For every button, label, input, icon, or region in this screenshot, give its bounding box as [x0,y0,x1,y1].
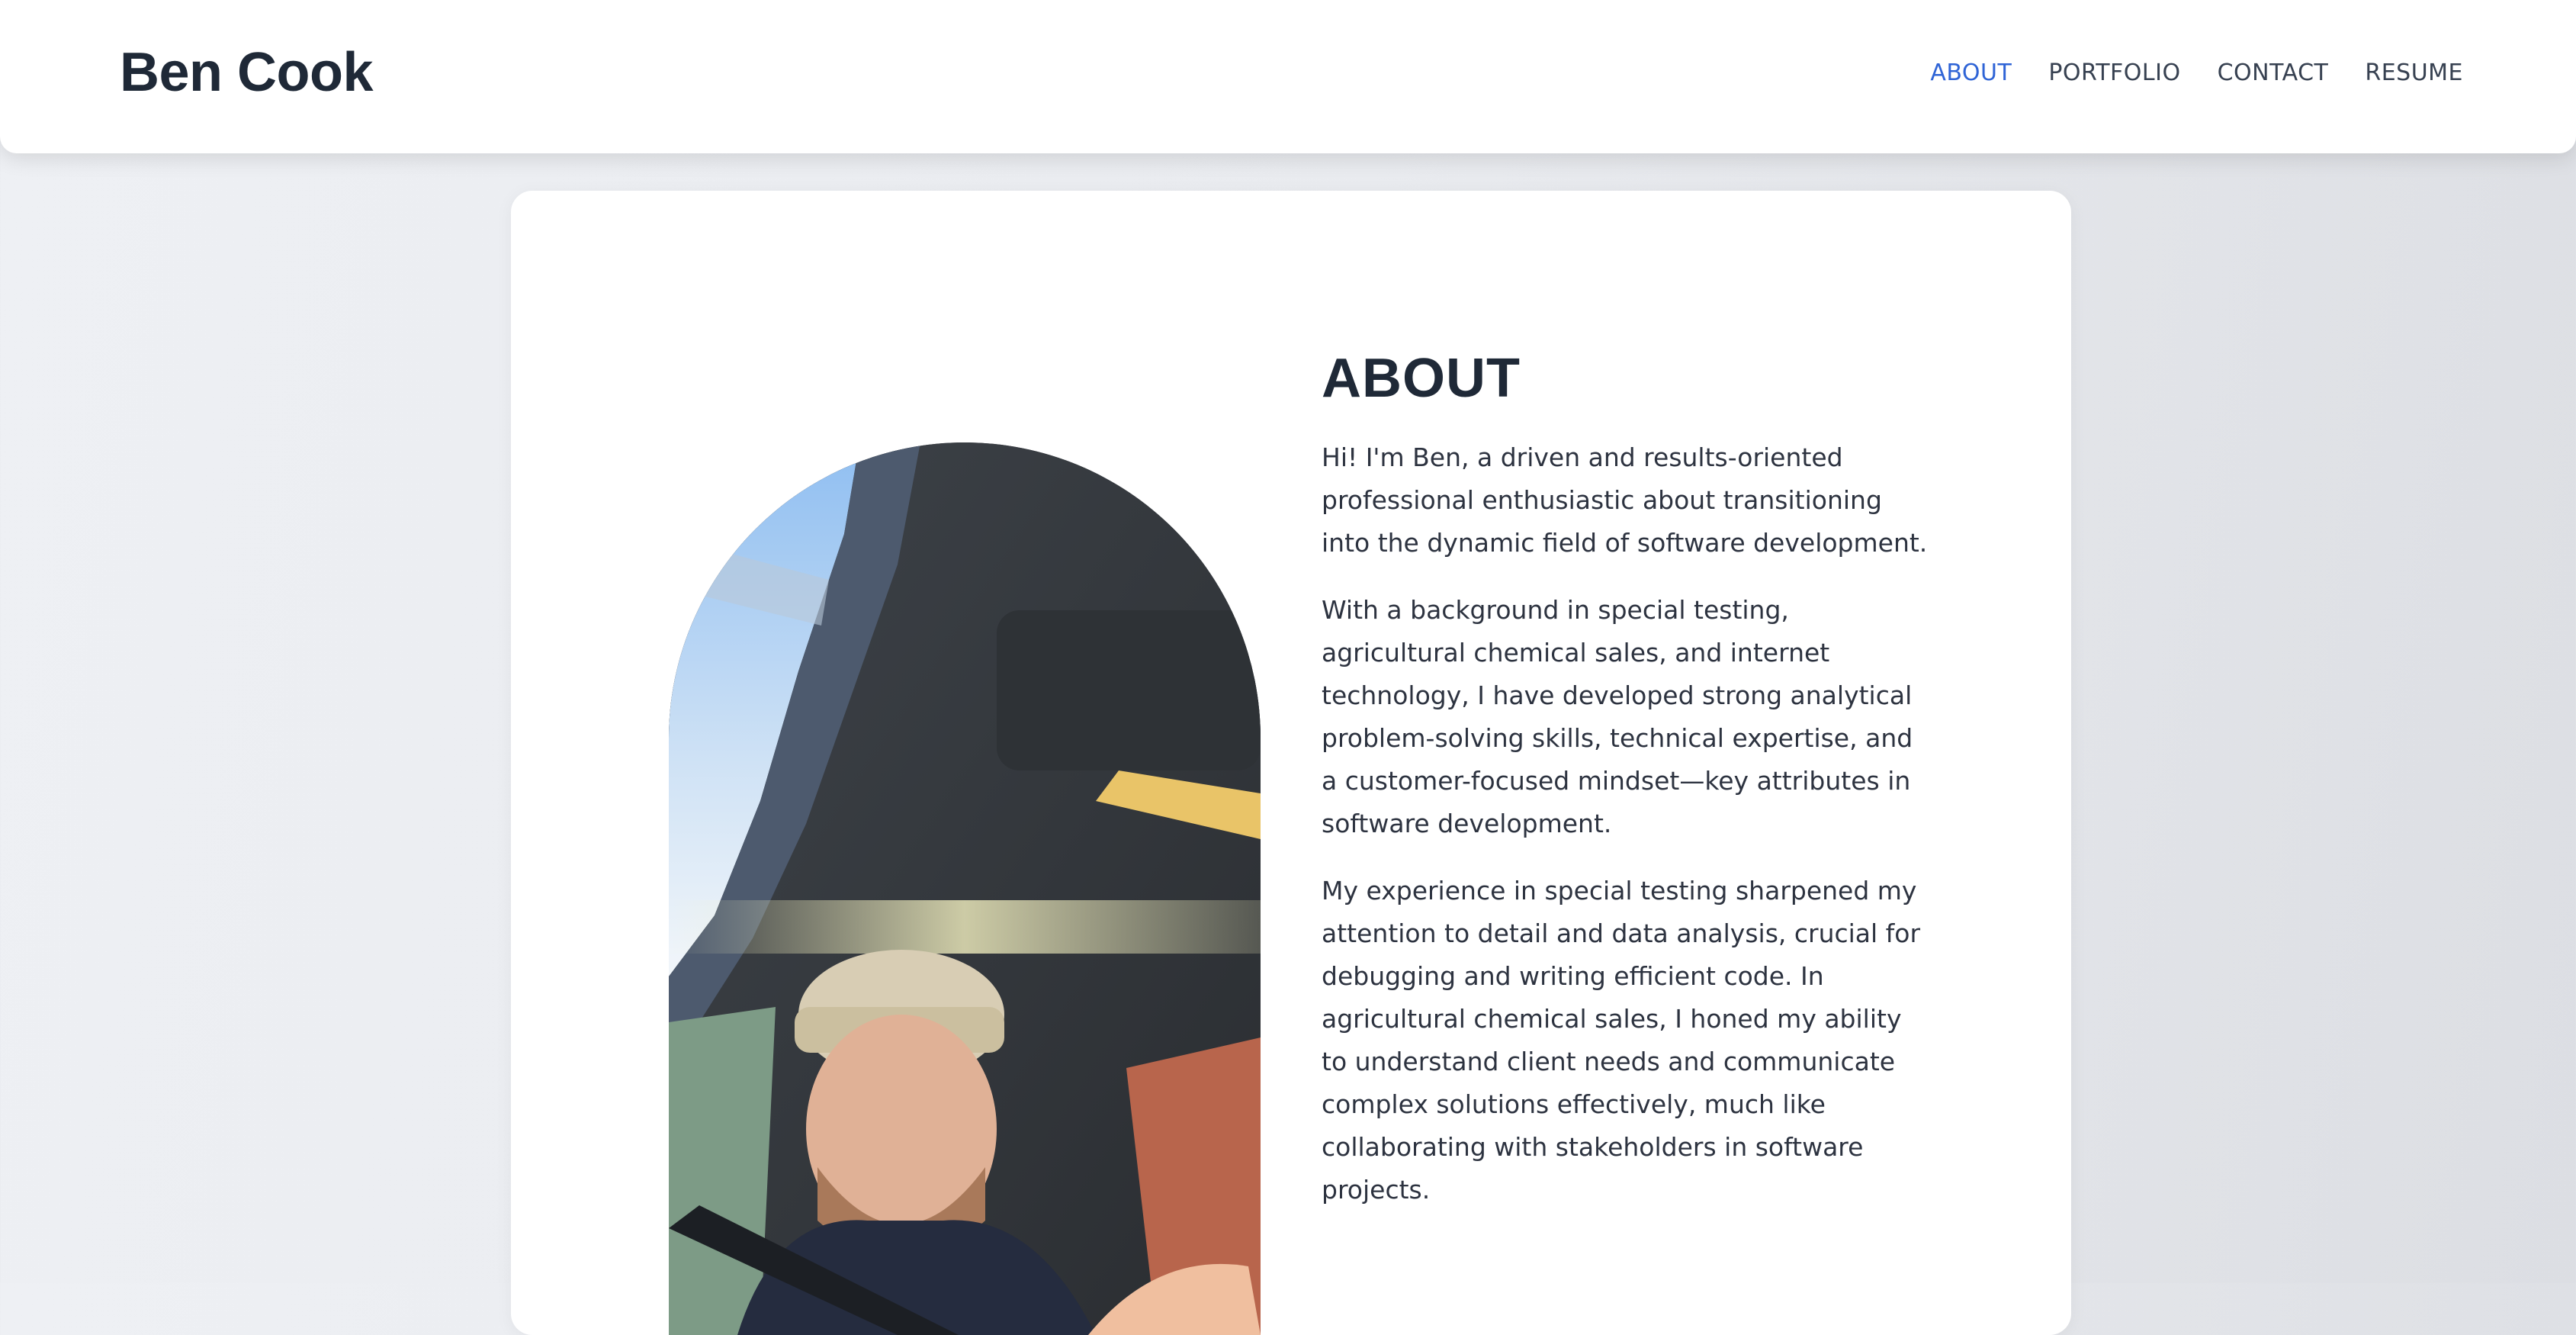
profile-photo-illustration [669,442,1261,1335]
about-card: ABOUT Hi! I'm Ben, a driven and results-… [511,191,2071,1335]
about-paragraph-background: With a background in special testing, ag… [1322,594,1913,838]
nav-about[interactable]: ABOUT [1930,60,2012,86]
about-paragraph-intro: Hi! I'm Ben, a driven and results-orient… [1322,442,1928,558]
about-section: ABOUT Hi! I'm Ben, a driven and results-… [1322,347,1932,1236]
nav-resume[interactable]: RESUME [2365,60,2463,86]
nav-contact[interactable]: CONTACT [2218,60,2329,86]
about-paragraph-experience: My experience in special testing sharpen… [1322,875,1921,1205]
nav-portfolio[interactable]: PORTFOLIO [2048,60,2180,86]
profile-photo [669,442,1261,1335]
main-nav: ABOUT PORTFOLIO CONTACT RESUME [1930,60,2463,86]
site-brand[interactable]: Ben Cook [120,42,374,103]
about-heading: ABOUT [1322,348,1521,409]
site-header: Ben Cook ABOUT PORTFOLIO CONTACT RESUME [0,0,2576,153]
